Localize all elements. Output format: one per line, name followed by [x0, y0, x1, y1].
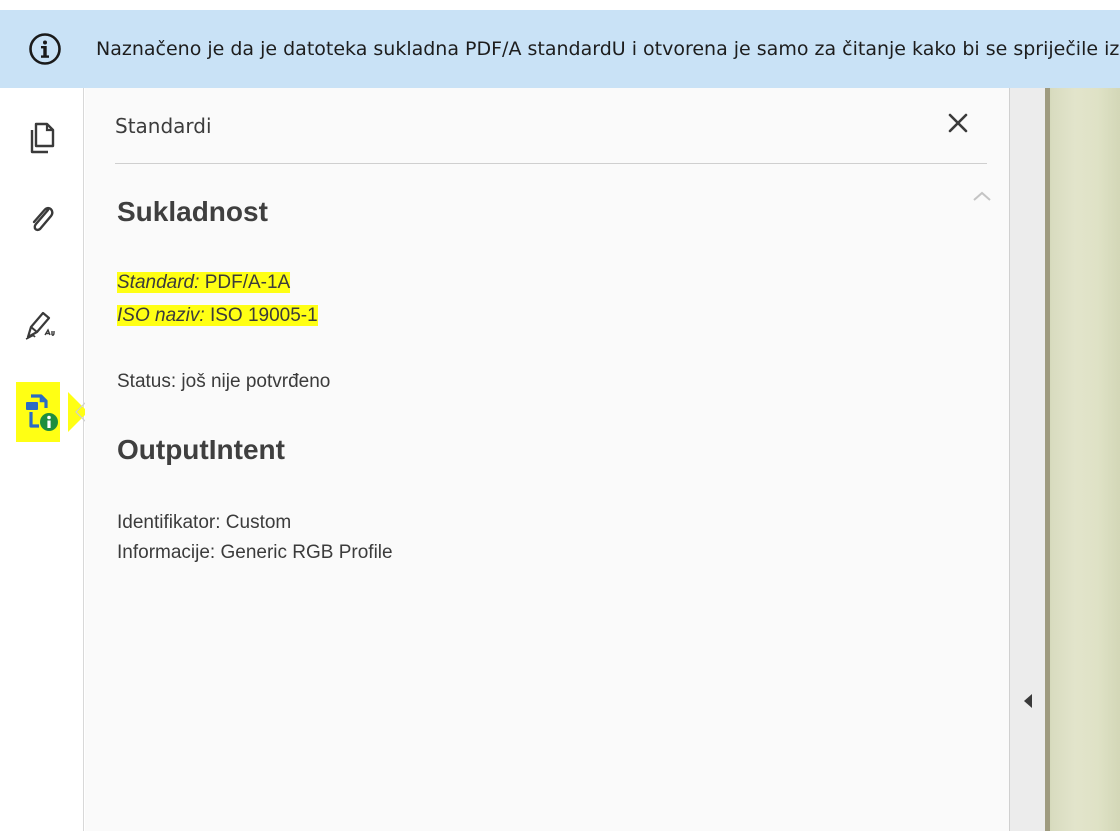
- document-page-edge: [1045, 88, 1050, 831]
- pdfa-notification-bar: Naznačeno je da je datoteka sukladna PDF…: [0, 10, 1120, 88]
- iso-label: ISO naziv:: [117, 305, 205, 326]
- standard-label: Standard:: [117, 272, 200, 293]
- info-icon: [28, 32, 62, 66]
- collapse-section-button[interactable]: [969, 188, 995, 208]
- standard-highlight: Standard: PDF/A-1A: [117, 272, 291, 293]
- signature-pen-icon: [23, 307, 61, 341]
- identifier-text: Identifikator: Custom: [117, 512, 292, 533]
- paperclip-icon: [26, 202, 58, 238]
- close-panel-button[interactable]: [941, 108, 975, 142]
- standards-tool-button[interactable]: [14, 384, 70, 440]
- window-top-strip: [0, 0, 1120, 10]
- compliance-heading: Sukladnost: [117, 196, 268, 227]
- iso-highlight: ISO naziv: ISO 19005-1: [117, 305, 318, 326]
- pages-tool-button[interactable]: [14, 110, 70, 166]
- notification-text: Naznačeno je da je datoteka sukladna PDF…: [96, 38, 1120, 60]
- triangle-left-icon: [1023, 693, 1033, 714]
- close-icon: [947, 112, 969, 139]
- pages-icon: [27, 121, 57, 155]
- document-page-preview[interactable]: [1045, 88, 1120, 831]
- standard-value: PDF/A-1A: [204, 272, 291, 293]
- viewer-gutter: [1010, 88, 1045, 831]
- standards-info-icon: [22, 388, 62, 436]
- iso-value: ISO 19005-1: [209, 305, 318, 326]
- expand-panel-button[interactable]: [1018, 688, 1038, 718]
- standards-panel: Standardi Sukladnost Standard: PDF/A-1A …: [85, 88, 1010, 831]
- attachments-tool-button[interactable]: [14, 192, 70, 248]
- panel-title: Standardi: [115, 114, 212, 138]
- standard-field: Standard: PDF/A-1A: [117, 272, 291, 294]
- chevron-up-icon: [972, 189, 992, 207]
- signatures-tool-button[interactable]: [14, 296, 70, 352]
- document-viewer: [1010, 88, 1120, 831]
- panel-divider: [115, 163, 987, 164]
- status-text: Status: još nije potvrđeno: [117, 371, 331, 392]
- output-intent-heading: OutputIntent: [117, 434, 285, 465]
- left-navigation-toolbar: [0, 88, 88, 831]
- info-profile-text: Informacije: Generic RGB Profile: [117, 542, 393, 563]
- iso-name-field: ISO naziv: ISO 19005-1: [117, 305, 318, 327]
